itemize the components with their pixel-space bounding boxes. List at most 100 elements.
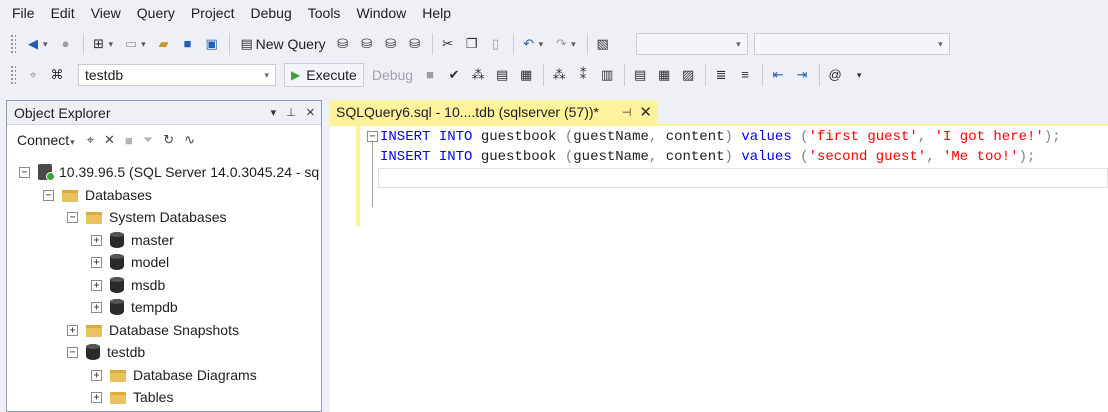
tree-node-system-databases[interactable]: − System Databases [67,206,227,228]
query-options-button[interactable]: ▤ [491,63,513,87]
specify-values-button[interactable]: @ [824,63,846,87]
tree-node-database-diagrams[interactable]: + Database Diagrams [91,364,257,386]
results-to-grid-button[interactable]: ▦ [653,63,675,87]
add-item-button[interactable]: ▭ ▾ [120,32,151,56]
open-file-button[interactable]: ▰ [153,32,175,56]
paste-button[interactable]: ▯ [485,32,507,56]
live-stats-button[interactable]: ⁑ [572,63,594,87]
xmla-query-button[interactable]: ⛁ [380,32,402,56]
client-stats-button[interactable]: ▥ [596,63,618,87]
auto-hide-button[interactable]: ⊥ [286,106,296,119]
cancel-query-button[interactable]: ■ [419,63,441,87]
expander-toggle[interactable]: + [91,256,102,268]
menu-tools[interactable]: Tools [300,0,349,27]
query-editor[interactable]: − INSERT INTO guestbook (guestName, cont… [330,124,1108,412]
tree-node-master[interactable]: + master [91,229,174,251]
display-plan-button[interactable]: ⁂ [467,63,489,87]
expander-toggle[interactable]: + [91,279,102,291]
menu-edit[interactable]: Edit [43,0,83,27]
toolbar-grip[interactable] [10,65,16,85]
cut-button[interactable]: ✂ [437,32,459,56]
comment-icon: ≣ [715,67,727,82]
disconnect-button[interactable]: ✕ [104,132,115,148]
tree-node-server[interactable]: − 10.39.96.5 (SQL Server 14.0.3045.24 - … [19,161,319,183]
change-connection-button[interactable]: ⌘ [46,63,68,87]
solution-config-dropdown[interactable]: ▾ [635,33,748,55]
expander-toggle[interactable]: + [91,234,102,246]
connect-plug-button[interactable]: ⌖ [87,132,94,148]
menu-view[interactable]: View [83,0,129,27]
folder-icon [86,212,102,224]
code-line[interactable]: INSERT INTO guestbook (guestName, conten… [380,127,1061,147]
connect-button[interactable]: ⌖ [22,63,44,87]
intellisense-button[interactable]: ▦ [515,63,537,87]
tab-sqlquery6[interactable]: SQLQuery6.sql - 10....tdb (sqlserver (57… [330,100,658,124]
tree-node-database-snapshots[interactable]: + Database Snapshots [67,319,239,341]
dax-query-button[interactable]: ⛁ [404,32,426,56]
comment-button[interactable]: ≣ [710,63,732,87]
menu-file[interactable]: File [4,0,43,27]
solution-platform-dropdown[interactable]: ▾ [753,33,950,55]
undo-button[interactable]: ↶ ▾ [518,32,549,56]
copy-button[interactable]: ❐ [461,32,483,56]
new-project-button[interactable]: ⊞ ▾ [88,32,119,56]
expander-toggle[interactable]: + [91,369,102,381]
parse-button[interactable]: ✔ [443,63,465,87]
expander-toggle[interactable]: − [43,189,54,201]
save-all-button[interactable]: ▣ [201,32,223,56]
toolbar-options-button[interactable]: ▾ [848,63,870,87]
code-token-kw: INSERT [380,149,431,165]
execute-button[interactable]: ▶ Execute [284,63,364,87]
increase-indent-button[interactable]: ⇥ [791,63,813,87]
tree-node-tables[interactable]: + Tables [91,386,173,408]
refresh-button[interactable]: ↻ [163,132,174,148]
code-line[interactable]: INSERT INTO guestbook (guestName, conten… [380,147,1035,167]
current-line-highlight [378,168,1108,188]
toolbar-grip[interactable] [10,34,16,54]
window-position-button[interactable]: ▾ [271,106,277,119]
decrease-indent-button[interactable]: ⇤ [767,63,789,87]
tree-node-testdb[interactable]: − testdb [67,341,145,363]
forward-button[interactable]: ● [55,32,77,56]
back-button[interactable]: ◀ ▾ [22,32,53,56]
filter-button[interactable]: ⏷ [143,132,153,148]
expander-toggle[interactable]: + [91,391,102,403]
code-token-pun: ); [1018,149,1036,165]
save-button[interactable]: ■ [177,32,199,56]
debug-button[interactable]: Debug [368,63,417,87]
results-to-file-button[interactable]: ▨ [677,63,699,87]
dmx-query-button[interactable]: ⛁ [356,32,378,56]
activity-monitor-button[interactable]: ▧ [592,32,614,56]
tree-node-model[interactable]: + model [91,251,169,273]
pin-icon[interactable]: ⊣ [622,106,632,119]
uncomment-button[interactable]: ≡ [734,63,756,87]
results-to-text-button[interactable]: ▤ [629,63,651,87]
menu-window[interactable]: Window [348,0,414,27]
expander-toggle[interactable]: − [67,211,78,223]
mdx-query-button[interactable]: ⛁ [332,32,354,56]
actual-plan-button[interactable]: ⁂ [548,63,570,87]
expander-toggle[interactable]: − [67,346,78,358]
redo-button[interactable]: ↷ ▾ [550,32,581,56]
close-panel-button[interactable]: ✕ [306,106,315,119]
menu-query[interactable]: Query [129,0,183,27]
tree-node-databases[interactable]: − Databases [43,184,152,206]
menu-project[interactable]: Project [183,0,243,27]
menu-help[interactable]: Help [414,0,459,27]
expander-toggle[interactable]: − [19,166,30,178]
expander-toggle[interactable]: + [91,301,102,313]
collapse-toggle[interactable]: − [367,131,378,142]
tree-node-tempdb[interactable]: + tempdb [91,296,178,318]
connect-dropdown[interactable]: Connect▾ [17,132,78,148]
tree-node-msdb[interactable]: + msdb [91,274,165,296]
menu-debug[interactable]: Debug [242,0,299,27]
new-query-button[interactable]: ▤ New Query [234,32,330,56]
execute-label: Execute [306,67,357,83]
expander-toggle[interactable]: + [67,324,78,336]
intellisense-icon: ▦ [519,67,533,82]
close-icon[interactable]: ✕ [639,103,652,121]
database-dropdown[interactable]: testdb ▾ [78,64,276,86]
activity-monitor-button[interactable]: ∿ [184,132,195,148]
tree-node-label: master [131,232,174,248]
stop-button[interactable]: ■ [125,133,133,148]
